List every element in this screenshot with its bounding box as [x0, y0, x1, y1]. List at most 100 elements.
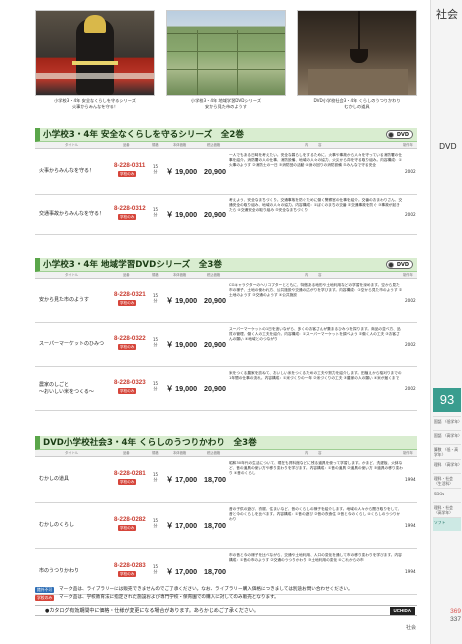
series-safety: 小学校3・4年 安全なくらしを守るシリーズ 全2巻 DVD タイトル 品番 規格…: [35, 128, 417, 235]
product-title: 交通事故からみんなを守る！: [39, 211, 105, 217]
price-base: ￥ 19,000: [166, 340, 198, 349]
caution-bar: ●カタログ有効期間中に価格・仕様が変更になる場合があります。あらかじめご了承くだ…: [35, 605, 417, 616]
series-header: 小学校3・4年 地域学習DVDシリーズ 全3巻 DVD: [35, 258, 417, 272]
photo-old-kitchen: DVD小学校社会3・4年 くらしのうつりかわり むかしの道具: [297, 10, 417, 122]
old-kitchen-image: [297, 10, 417, 96]
price-base: ￥ 19,000: [166, 167, 198, 176]
footnote-text: マーク品は、ライブラリーには販売できませんのでご了承ください。なお、ライブラリー…: [59, 587, 353, 592]
product-title: スーパーマーケットのひみつ: [39, 341, 104, 347]
product-description: CGキャラクターのヘリコプターとともに、特徴ある地形や土地利用などの学習を深めま…: [229, 283, 403, 298]
index-tab[interactable]: SDGs: [433, 488, 461, 502]
product-code: 8-228-0311: [114, 162, 146, 169]
runtime: 15 分: [153, 207, 159, 217]
product-row[interactable]: むかしのくらし 8-228-0282 学校のみ 15 分 ￥ 17,000 18…: [35, 503, 417, 549]
production-year: 2002: [405, 298, 416, 303]
product-description: 昔の子供の遊び、衣服、住まいなど、昔のくらしの様子を紹介します。地域の人々から聞…: [229, 507, 402, 522]
side-index: 社会 DVD 93 国語 〈低学年〉 国語 〈高学年〉 算数 〈低・高学年〉 理…: [430, 0, 462, 644]
price-tax: 18,700: [204, 521, 226, 530]
category-label: 社会: [436, 8, 458, 21]
product-code: 8-228-0322: [114, 335, 146, 342]
runtime: 15 分: [153, 164, 159, 174]
price-base: ￥ 17,000: [166, 567, 198, 576]
school-only-badge: 学校のみ: [118, 214, 137, 220]
school-only-badge: 学校のみ: [118, 525, 137, 531]
product-row[interactable]: むかしの道具 8-228-0281 学校のみ 15 分 ￥ 17,000 18,…: [35, 457, 417, 503]
footnote-school: 学校のみ マーク品は、学校教育法に指定された施設および専門学校・保育園での購入に…: [35, 594, 417, 602]
photo-caption: 小学校3・4年 地域学習DVDシリーズ 安から見た市のようす: [190, 98, 262, 109]
production-year: 2002: [405, 169, 416, 174]
index-tab[interactable]: 理科・社会 〈生活科〉: [433, 473, 461, 488]
product-description: 考えよう、安全なまちづくり。交通事故を防ぐために働く警察官の仕事を紹介。交番のお…: [229, 198, 403, 213]
product-row[interactable]: 農家のしごと 〜おいしい米をつくる〜 8-228-0323 学校のみ 15 分 …: [35, 367, 417, 411]
school-only-badge: 学校のみ: [118, 300, 137, 306]
footnotes: 館外不可 マーク品は、ライブラリーには販売できませんのでご了承ください。なお、ラ…: [35, 586, 417, 602]
product-row[interactable]: 交通事故からみんなを守る！ 8-228-0312 学校のみ 15 分 ￥ 19,…: [35, 195, 417, 235]
dvd-badge: DVD: [385, 260, 413, 269]
product-code: 8-228-0281: [114, 470, 146, 477]
brand-logo: UCHIDA: [389, 607, 415, 615]
school-only-badge: 学校のみ: [118, 479, 137, 485]
index-tab[interactable]: 理科・社会 〈高学年〉: [433, 502, 461, 517]
production-year: 2002: [405, 342, 416, 347]
index-tab[interactable]: 国語 〈高学年〉: [433, 430, 462, 444]
index-tab[interactable]: 理科 〈高学年〉: [433, 459, 462, 473]
school-only-badge: 学校のみ: [118, 388, 137, 394]
photo-aerial: 小学校3・4年 地域学習DVDシリーズ 安から見た市のようす: [166, 10, 286, 122]
price-tax: 20,900: [204, 167, 226, 176]
firefighter-image: [35, 10, 155, 96]
product-description: スーパーマーケットの1日を追いながら、多くのお客さんが集まるひみつを探ります。商…: [229, 327, 401, 342]
price-base: ￥ 19,000: [166, 296, 198, 305]
catalog-page: 小学校3・4年 安全なくらしを守るシリーズ 火事からみんなを守る！ 小学校3・4…: [0, 0, 462, 644]
price-tax: 20,900: [204, 296, 226, 305]
total-grey: 337: [450, 616, 461, 623]
production-year: 2002: [405, 386, 416, 391]
price-tax: 20,900: [204, 340, 226, 349]
series-title: 小学校3・4年 安全なくらしを守るシリーズ 全2巻: [43, 130, 244, 140]
product-code: 8-228-0282: [114, 516, 146, 523]
runtime: 15 分: [153, 293, 159, 303]
product-code: 8-228-0321: [114, 291, 146, 298]
index-totals: 369 337: [433, 608, 461, 624]
photo-row: 小学校3・4年 安全なくらしを守るシリーズ 火事からみんなを守る！ 小学校3・4…: [35, 10, 417, 128]
column-header: タイトル 品番 規格 本体価格 税込価格 内 容 制作年: [35, 142, 417, 149]
series-title: DVD小学校社会3・4年 くらしのうつりかわり 全3巻: [43, 438, 257, 448]
dvd-badge: DVD: [385, 130, 413, 139]
production-year: 1994: [405, 477, 416, 482]
runtime: 15 分: [153, 518, 159, 528]
school-only-badge: 学校のみ: [118, 344, 137, 350]
price-tax: 18,700: [204, 475, 226, 484]
index-tab[interactable]: 国語 〈低学年〉: [433, 416, 462, 430]
product-row[interactable]: 安から見た市のようす 8-228-0321 学校のみ 15 分 ￥ 19,000…: [35, 279, 417, 323]
product-row[interactable]: スーパーマーケットのひみつ 8-228-0322 学校のみ 15 分 ￥ 19,…: [35, 323, 417, 367]
price-tax: 20,900: [204, 384, 226, 393]
school-only-chip: 学校のみ: [35, 595, 55, 601]
production-year: 1994: [405, 523, 416, 528]
product-row[interactable]: 火事からみんなを守る！ 8-228-0311 学校のみ 15 分 ￥ 19,00…: [35, 149, 417, 195]
disc-icon: [387, 262, 394, 268]
product-title: 安から見た市のようす: [39, 297, 90, 303]
footnote-text: マーク品は、学校教育法に指定された施設および専門学校・保育園での購入に対してのみ…: [59, 595, 279, 600]
product-description: 市の昔と今の様子を比べながら、交通や土地利用、人口の変化を通して市の移り変わりを…: [229, 553, 402, 563]
price-tax: 18,700: [204, 567, 226, 576]
dvd-label: DVD: [439, 142, 457, 151]
series-title: 小学校3・4年 地域学習DVDシリーズ 全3巻: [43, 260, 222, 270]
product-code: 8-228-0283: [114, 562, 146, 569]
runtime: 15 分: [153, 381, 159, 391]
school-only-badge: 学校のみ: [118, 571, 137, 577]
aerial-image: [166, 10, 286, 96]
series-header: 小学校3・4年 安全なくらしを守るシリーズ 全2巻 DVD: [35, 128, 417, 142]
product-description: 昭和30年代の生活について、現在も資料館などに残る道具を使って学習します。かまど…: [229, 461, 403, 476]
product-description: 米をつくる農家を訪ねて、おいしい米をつくるための工夫や努力を紹介します。田植えか…: [229, 371, 402, 381]
index-tab-active[interactable]: ソフト: [433, 517, 461, 531]
product-title: むかしの道具: [39, 476, 70, 482]
index-tab[interactable]: 算数 〈低・高学年〉: [433, 444, 461, 459]
price-base: ￥ 19,000: [166, 384, 198, 393]
runtime: 15 分: [153, 472, 159, 482]
page-footer: 社会: [405, 625, 416, 631]
column-header: タイトル 品番 規格 本体価格 税込価格 内 容 制作年: [35, 450, 417, 457]
product-title: 農家のしごと 〜おいしい米をつくる〜: [39, 381, 94, 395]
price-base: ￥ 17,000: [166, 475, 198, 484]
footnote-library: 館外不可 マーク品は、ライブラリーには販売できませんのでご了承ください。なお、ラ…: [35, 586, 417, 594]
product-title: 火事からみんなを守る！: [39, 168, 95, 174]
product-description: 一人でもある日時を考えたい。安全な暮らしをするために、火事や事故から人々を守って…: [229, 153, 403, 168]
